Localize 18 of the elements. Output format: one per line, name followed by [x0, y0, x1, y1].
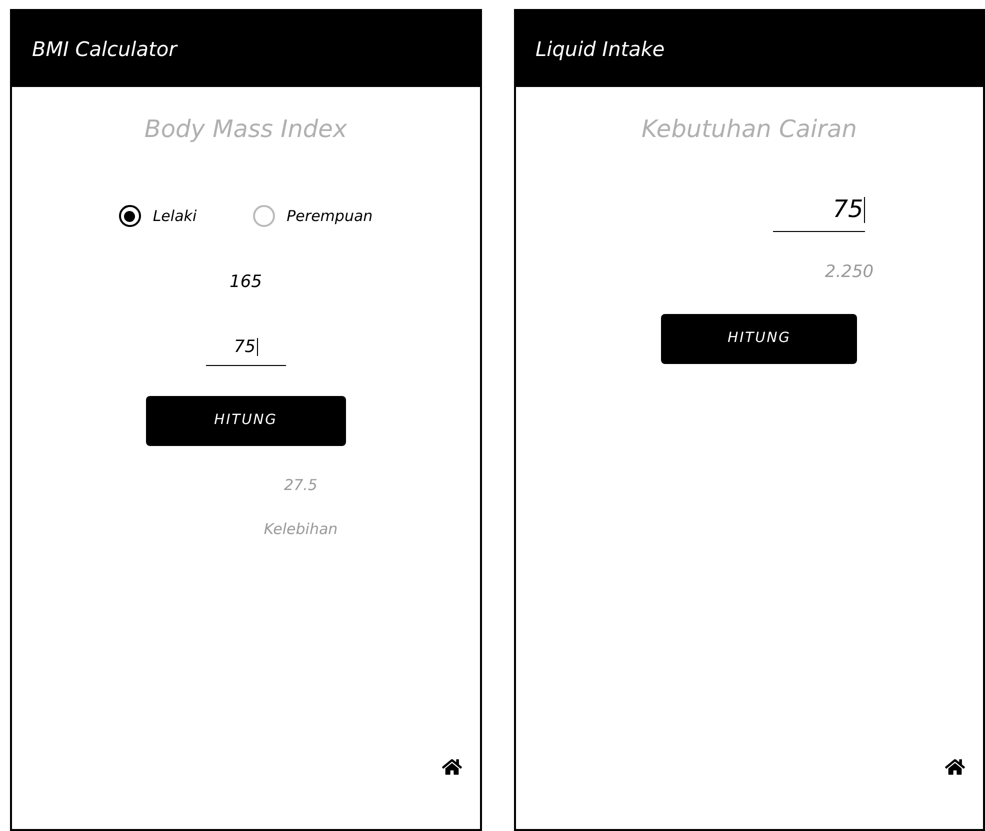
gender-radio[interactable]: Lelaki — [118, 205, 197, 228]
text-cursor — [864, 197, 866, 224]
liquid-result: 2.250 — [824, 261, 874, 284]
gender-radio[interactable]: Perempuan — [252, 205, 373, 228]
bmi-value: 27.5 — [284, 474, 318, 496]
page-heading: Kebutuhan Cairan — [642, 114, 857, 145]
home-icon — [442, 757, 462, 777]
height-field[interactable]: 165 — [206, 266, 286, 299]
app-title: Liquid Intake — [536, 36, 665, 63]
app-title: BMI Calculator — [32, 36, 177, 63]
weight-field[interactable]: 75 — [773, 187, 866, 232]
page-heading: Body Mass Index — [144, 114, 348, 145]
bmi-category: Kelebihan — [264, 519, 338, 540]
calculate-button[interactable]: HITUNG — [146, 396, 346, 446]
text-cursor — [256, 338, 258, 356]
weight-field[interactable]: 75 — [206, 331, 286, 366]
home-icon — [945, 757, 965, 777]
calculate-button[interactable]: HITUNG — [661, 314, 858, 364]
